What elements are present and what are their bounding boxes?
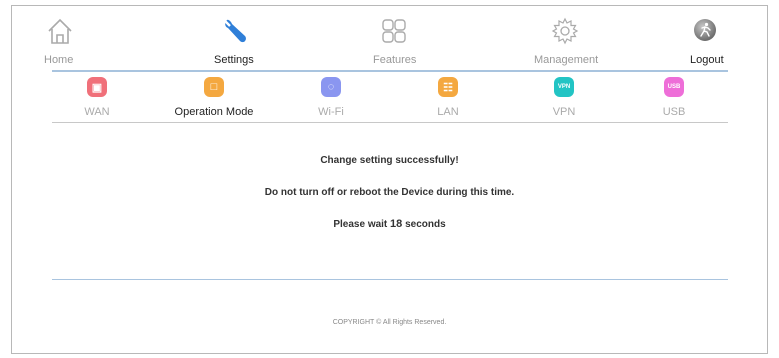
lan-icon: ☷ — [438, 77, 458, 97]
home-icon — [38, 17, 136, 47]
vpn-icon: VPN — [554, 77, 574, 97]
wan-icon: ▣ — [87, 77, 107, 97]
success-message: Change setting successfully! — [320, 155, 459, 166]
countdown-message: Please wait 18 seconds — [0, 218, 779, 230]
subnav-vpn[interactable]: VPN VPN — [519, 74, 609, 122]
nav-logout-label: Logout — [690, 54, 724, 66]
countdown-suffix: seconds — [402, 219, 446, 230]
settings-subnav: ▣ WAN □ Operation Mode ◌ Wi-Fi ☷ LAN VPN… — [52, 74, 728, 122]
subnav-operation-mode-label: Operation Mode — [174, 106, 254, 118]
monitor-icon: □ — [204, 77, 224, 97]
gear-icon — [520, 17, 610, 47]
countdown-value: 18 — [390, 218, 403, 230]
subnav-wifi[interactable]: ◌ Wi-Fi — [286, 74, 376, 122]
nav-logout[interactable]: Logout — [660, 17, 750, 69]
nav-features[interactable]: Features — [349, 17, 439, 69]
nav-management[interactable]: Management — [520, 17, 610, 69]
wrench-icon — [190, 17, 280, 47]
subnav-wan-label: WAN — [84, 106, 110, 118]
subnav-usb-label: USB — [662, 106, 686, 118]
copyright-text: COPYRIGHT © All Rights Reserved. — [332, 319, 447, 326]
grid-icon — [349, 17, 439, 47]
subnav-divider — [52, 122, 728, 123]
subnav-operation-mode[interactable]: □ Operation Mode — [169, 74, 259, 122]
nav-features-label: Features — [373, 54, 417, 66]
subnav-wan[interactable]: ▣ WAN — [52, 74, 142, 122]
subnav-usb[interactable]: USB USB — [629, 74, 719, 122]
subnav-lan-label: LAN — [437, 106, 459, 118]
nav-settings[interactable]: Settings — [190, 17, 280, 69]
nav-management-label: Management — [534, 54, 599, 66]
nav-divider — [52, 70, 728, 72]
wifi-icon: ◌ — [321, 77, 341, 97]
nav-home[interactable]: Home — [38, 17, 128, 69]
nav-settings-label: Settings — [214, 54, 254, 66]
nav-home-label: Home — [44, 54, 74, 66]
usb-icon: USB — [664, 77, 684, 97]
countdown-prefix: Please wait — [333, 219, 391, 230]
warning-message: Do not turn off or reboot the Device dur… — [264, 187, 515, 198]
logout-icon — [660, 17, 750, 47]
content-divider — [52, 279, 728, 280]
subnav-wifi-label: Wi-Fi — [318, 106, 344, 118]
subnav-lan[interactable]: ☷ LAN — [403, 74, 493, 122]
top-navigation: Home Settings Features Management Logout — [44, 17, 734, 69]
subnav-vpn-label: VPN — [552, 106, 576, 118]
